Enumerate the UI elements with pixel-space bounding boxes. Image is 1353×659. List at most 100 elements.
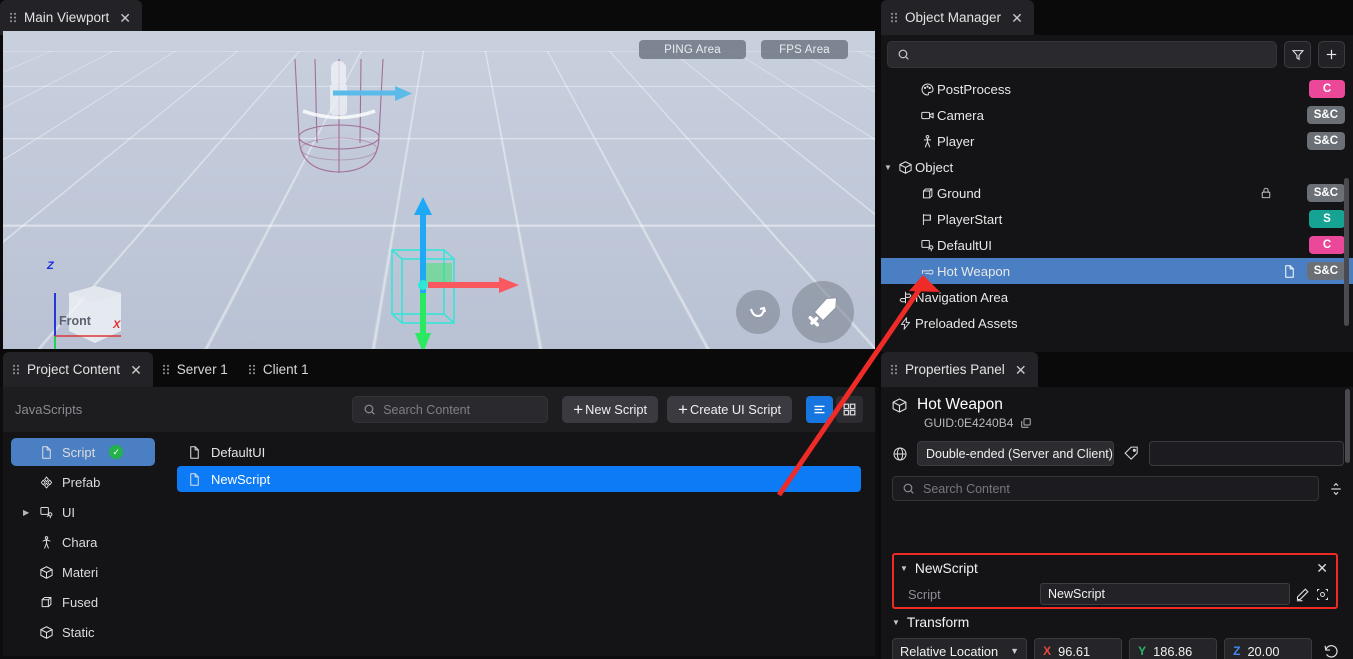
transform-group-header[interactable]: ▼ Transform (892, 615, 969, 630)
object-tree-row[interactable]: PlayerStart S (881, 206, 1353, 232)
transform-mode-select[interactable]: Relative Location ▼ (892, 638, 1028, 659)
network-mode-select[interactable]: Double-ended (Server and Client) (917, 441, 1114, 466)
object-tree-row[interactable]: PostProcess C (881, 76, 1353, 102)
tab-client-1[interactable]: Client 1 (239, 352, 320, 387)
tag-input[interactable] (1149, 441, 1344, 466)
drag-grip-icon[interactable] (161, 364, 170, 375)
grid-view-button[interactable] (836, 396, 863, 423)
jump-button[interactable] (736, 290, 780, 334)
script-attached-icon[interactable] (1282, 264, 1297, 279)
active-check-icon: ✓ (109, 445, 124, 459)
object-tree-row[interactable]: DefaultUI C (881, 232, 1353, 258)
object-tree-row[interactable]: Ground S&C (881, 180, 1353, 206)
locate-icon[interactable] (1315, 587, 1330, 602)
content-file-list: DefaultUI NewScript (163, 432, 875, 656)
object-tree-label: Ground (937, 185, 981, 201)
object-tree-label: Object (915, 159, 954, 175)
content-category-ui-tex[interactable]: UI Tex (11, 648, 155, 657)
search-icon (903, 483, 914, 494)
content-category-script[interactable]: Script ✓ (11, 438, 155, 466)
close-icon[interactable]: ✕ (1015, 363, 1027, 377)
tab-project-content[interactable]: Project Content ✕ (3, 352, 153, 387)
close-icon[interactable]: ✕ (119, 11, 131, 25)
content-tabbar: Project Content ✕ Server 1 Client 1 (0, 352, 878, 387)
content-category-chara[interactable]: Chara (11, 528, 155, 556)
object-tree[interactable]: PostProcess C Camera S&C Player S&C ▼ Object Gro… (881, 76, 1353, 352)
script-field-row: Script NewScript (894, 581, 1336, 607)
ping-area-indicator: PING Area (639, 40, 746, 59)
attack-button[interactable] (792, 281, 854, 343)
content-body: Script ✓ Prefab ▶ UI Chara Materi Fused Static UI… (3, 432, 875, 656)
remove-component-icon[interactable]: ✕ (1316, 560, 1328, 577)
drag-grip-icon[interactable] (12, 364, 20, 375)
lock-icon[interactable] (1259, 186, 1273, 200)
file-icon (187, 472, 202, 487)
filter-button[interactable] (1284, 41, 1311, 68)
object-manager-search-input[interactable] (887, 41, 1277, 68)
content-search-placeholder: Search Content (383, 402, 471, 417)
script-group-header[interactable]: ▼ NewScript ✕ (894, 555, 1336, 581)
tab-label: Object Manager (905, 10, 1002, 25)
script-field-input[interactable]: NewScript (1040, 583, 1290, 605)
pencil-icon[interactable] (1295, 587, 1310, 602)
create-ui-script-label: Create UI Script (689, 402, 781, 417)
axis-label-z: Z (47, 260, 54, 272)
new-script-button[interactable]: + New Script (562, 396, 659, 423)
static-mesh-icon (39, 625, 54, 640)
transform-y-field[interactable]: Y 186.86 (1129, 638, 1218, 659)
object-tree-row[interactable]: Navigation Area (881, 284, 1353, 310)
object-tree-row[interactable]: Hot Weapon S&C (881, 258, 1353, 284)
object-tree-row[interactable]: ▼ Object (881, 154, 1353, 180)
content-file-item[interactable]: NewScript (177, 466, 861, 492)
create-ui-script-button[interactable]: + Create UI Script (667, 396, 792, 423)
object-tree-row[interactable]: Camera S&C (881, 102, 1353, 128)
script-field-value: NewScript (1048, 587, 1105, 601)
drag-grip-icon[interactable] (247, 364, 256, 375)
chevron-down-icon[interactable]: ▼ (900, 564, 908, 573)
copy-icon[interactable] (1020, 417, 1032, 429)
object-tree-label: Preloaded Assets (915, 315, 1018, 331)
content-category-label: Prefab (62, 474, 101, 490)
chevron-down-icon[interactable]: ▼ (881, 163, 895, 172)
add-object-button[interactable] (1318, 41, 1345, 68)
globe-icon (893, 447, 907, 460)
drag-grip-icon[interactable] (890, 364, 898, 375)
object-tree-row[interactable]: Player S&C (881, 128, 1353, 154)
close-icon[interactable]: ✕ (1011, 11, 1023, 25)
properties-scrollbar[interactable] (1345, 389, 1350, 463)
script-component-group: ▼ NewScript ✕ Script NewScript (892, 553, 1338, 609)
reset-icon[interactable] (1323, 643, 1340, 659)
postprocess-icon (917, 82, 937, 97)
content-category-materi[interactable]: Materi (11, 558, 155, 586)
close-icon[interactable]: ✕ (130, 363, 142, 377)
transform-z-field[interactable]: Z 20.00 (1224, 638, 1313, 659)
drag-grip-icon[interactable] (890, 12, 898, 23)
tab-main-viewport[interactable]: Main Viewport ✕ (0, 0, 143, 35)
viewport-3d-canvas[interactable]: PING Area FPS Area Z X Front (3, 31, 875, 349)
filter-icon (1291, 49, 1304, 60)
content-file-item[interactable]: DefaultUI (177, 439, 861, 465)
content-search-input[interactable]: Search Content (352, 396, 549, 423)
content-category-ui[interactable]: ▶ UI (11, 498, 155, 526)
ui-texture-icon (39, 655, 54, 657)
tab-properties-panel[interactable]: Properties Panel ✕ (881, 352, 1038, 387)
object-tree-scrollbar[interactable] (1344, 178, 1349, 326)
collapse-expand-icon[interactable] (1328, 480, 1344, 498)
transform-x-field[interactable]: X 96.61 (1034, 638, 1123, 659)
list-view-button[interactable] (806, 396, 833, 423)
content-category-fused[interactable]: Fused (11, 588, 155, 616)
tab-object-manager[interactable]: Object Manager ✕ (881, 0, 1034, 35)
object-tree-label: Navigation Area (915, 289, 1009, 305)
chevron-right-icon[interactable]: ▶ (23, 508, 29, 517)
chevron-down-icon[interactable]: ▼ (892, 618, 900, 627)
content-category-prefab[interactable]: Prefab (11, 468, 155, 496)
plus-icon: + (678, 400, 688, 419)
drag-grip-icon[interactable] (9, 12, 17, 23)
script-field-label: Script (908, 586, 941, 602)
prefab-icon (39, 475, 54, 490)
viewcube-front-label[interactable]: Front (59, 314, 91, 328)
object-tree-row[interactable]: Preloaded Assets (881, 310, 1353, 336)
content-category-static[interactable]: Static (11, 618, 155, 646)
properties-search-input[interactable]: Search Content (892, 476, 1319, 501)
tab-server-1[interactable]: Server 1 (153, 352, 239, 387)
